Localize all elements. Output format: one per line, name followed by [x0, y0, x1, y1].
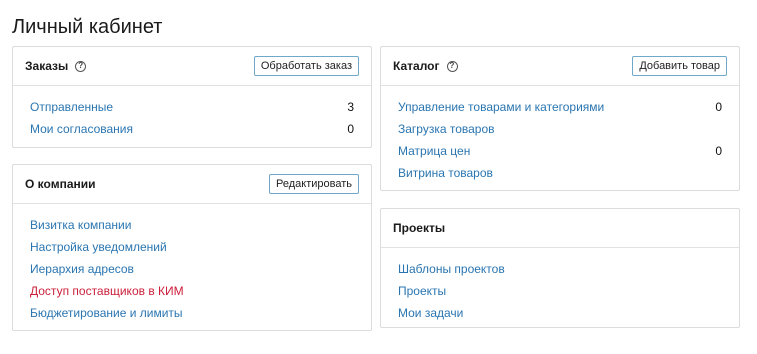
- question-circle-icon[interactable]: ?: [446, 60, 458, 72]
- company-panel-header: О компании Редактировать: [13, 165, 371, 204]
- orders-list: Отправленные 3 Мои согласования 0: [13, 86, 371, 140]
- projects-list: Шаблоны проектов Проекты Мои задачи: [381, 248, 739, 324]
- list-item: Проекты: [398, 280, 722, 302]
- list-item: Управление товарами и категориями 0: [398, 96, 722, 118]
- list-item: Доступ поставщиков в КИМ: [30, 280, 354, 302]
- list-item: Матрица цен 0: [398, 140, 722, 162]
- list-item: Загрузка товаров: [398, 118, 722, 140]
- company-card-link[interactable]: Визитка компании: [30, 218, 131, 232]
- notification-settings-link[interactable]: Настройка уведомлений: [30, 240, 167, 254]
- project-templates-link[interactable]: Шаблоны проектов: [398, 262, 505, 276]
- catalog-panel: Каталог ? Добавить товар Управление това…: [380, 46, 740, 191]
- sent-orders-link[interactable]: Отправленные: [30, 100, 113, 114]
- company-list: Визитка компании Настройка уведомлений И…: [13, 204, 371, 324]
- company-panel-title-wrap: О компании: [25, 177, 96, 191]
- projects-panel-title: Проекты: [393, 221, 446, 235]
- upload-products-link[interactable]: Загрузка товаров: [398, 122, 495, 136]
- list-item: Настройка уведомлений: [30, 236, 354, 258]
- list-item: Отправленные 3: [30, 96, 354, 118]
- add-product-button[interactable]: Добавить товар: [632, 56, 727, 76]
- list-item: Шаблоны проектов: [398, 258, 722, 280]
- list-item: Бюджетирование и лимиты: [30, 302, 354, 324]
- orders-panel-header: Заказы ? Обработать заказ: [13, 47, 371, 86]
- address-hierarchy-link[interactable]: Иерархия адресов: [30, 262, 134, 276]
- company-panel-title: О компании: [25, 177, 96, 191]
- manage-products-count: 0: [715, 100, 722, 114]
- list-item: Мои согласования 0: [30, 118, 354, 140]
- catalog-panel-title: Каталог: [393, 59, 440, 73]
- price-matrix-link[interactable]: Матрица цен: [398, 144, 470, 158]
- list-item: Визитка компании: [30, 214, 354, 236]
- company-panel: О компании Редактировать Визитка компани…: [12, 164, 372, 331]
- manage-products-link[interactable]: Управление товарами и категориями: [398, 100, 604, 114]
- page-title: Личный кабинет: [12, 16, 163, 38]
- orders-panel: Заказы ? Обработать заказ Отправленные 3…: [12, 46, 372, 148]
- projects-panel-header: Проекты: [381, 209, 739, 248]
- projects-link[interactable]: Проекты: [398, 284, 446, 298]
- price-matrix-count: 0: [715, 144, 722, 158]
- supplier-access-link[interactable]: Доступ поставщиков в КИМ: [30, 284, 184, 298]
- my-tasks-link[interactable]: Мои задачи: [398, 306, 463, 320]
- orders-panel-title: Заказы: [25, 59, 69, 73]
- projects-panel-title-wrap: Проекты: [393, 221, 445, 235]
- catalog-list: Управление товарами и категориями 0 Загр…: [381, 86, 739, 184]
- product-showcase-link[interactable]: Витрина товаров: [398, 166, 493, 180]
- list-item: Иерархия адресов: [30, 258, 354, 280]
- list-item: Витрина товаров: [398, 162, 722, 184]
- edit-company-button[interactable]: Редактировать: [269, 174, 359, 194]
- catalog-panel-title-wrap: Каталог ?: [393, 59, 458, 73]
- sent-orders-count: 3: [347, 100, 354, 114]
- budgeting-limits-link[interactable]: Бюджетирование и лимиты: [30, 306, 183, 320]
- process-order-button[interactable]: Обработать заказ: [253, 56, 359, 76]
- projects-panel: Проекты Шаблоны проектов Проекты Мои зад…: [380, 208, 740, 328]
- question-circle-icon[interactable]: ?: [75, 60, 87, 72]
- catalog-panel-header: Каталог ? Добавить товар: [381, 47, 739, 86]
- my-approvals-count: 0: [347, 122, 354, 136]
- orders-panel-title-wrap: Заказы ?: [25, 59, 87, 73]
- my-approvals-link[interactable]: Мои согласования: [30, 122, 133, 136]
- list-item: Мои задачи: [398, 302, 722, 324]
